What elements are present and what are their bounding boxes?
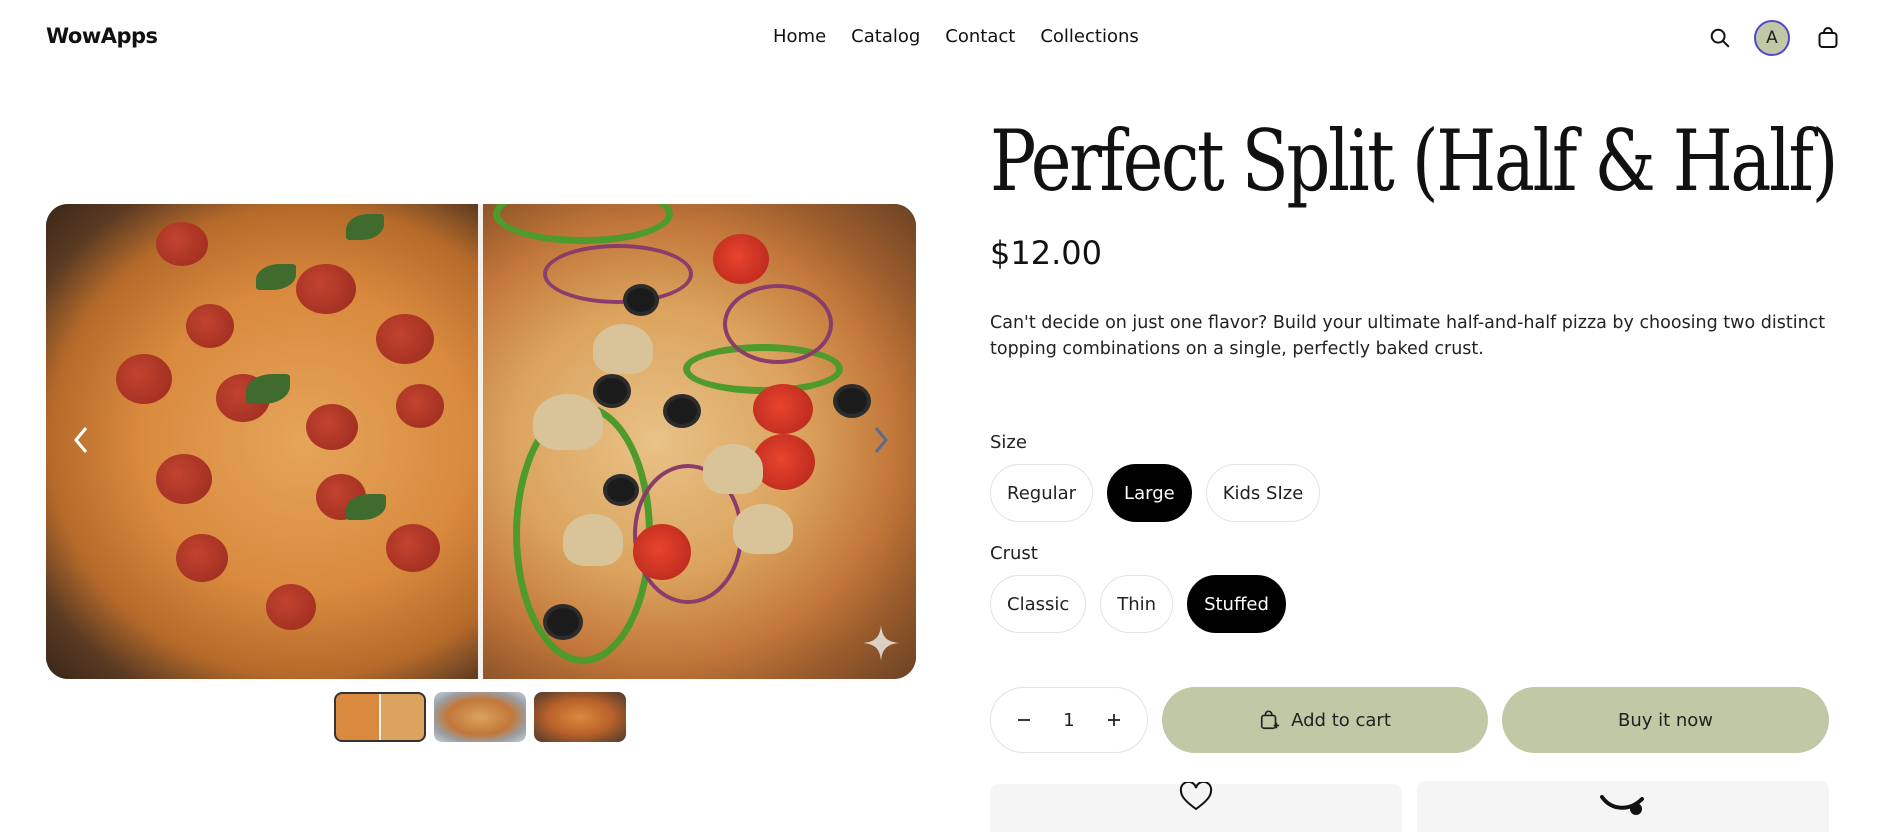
basil-topping [246,374,290,404]
mushroom-topping [593,324,653,374]
pizza-half-pepperoni [46,204,478,679]
basil-topping [256,264,296,290]
mushroom-topping [563,514,623,566]
add-to-cart-label: Add to cart [1291,709,1391,731]
olive-topping [623,284,659,316]
minus-icon [1018,719,1030,721]
pepperoni-topping [396,384,444,428]
pepperoni-topping [376,314,434,364]
size-label: Size [990,432,1027,453]
plus-icon [1107,714,1120,726]
mushroom-topping [703,444,763,494]
gallery-prev-button[interactable] [66,420,96,460]
pepperoni-topping [156,222,208,266]
chevron-left-icon [74,427,88,453]
green-pepper-topping [493,204,673,244]
nav-home[interactable]: Home [773,26,826,47]
pepperoni-topping [116,354,172,404]
crust-option-classic[interactable]: Classic [990,575,1087,633]
olive-topping [603,474,639,506]
pepperoni-topping [156,454,212,504]
wishlist-card[interactable] [990,782,1402,832]
mushroom-topping [733,504,793,554]
pepperoni-topping [296,264,356,314]
crust-label: Crust [990,543,1038,564]
mushroom-topping [533,394,603,450]
avatar-initial: A [1766,28,1778,48]
olive-topping [833,384,871,418]
quantity-stepper: 1 [990,687,1148,753]
main-nav: Home Catalog Contact Collections [773,26,1139,47]
product-title: Perfect Split (Half & Half) [990,112,1838,210]
add-to-cart-button[interactable]: Add to cart [1162,687,1488,753]
size-options: Regular Large Kids SIze [990,464,1321,522]
smile-icon [1600,795,1644,815]
gallery-thumbnails [334,692,626,742]
site-header: WowApps Home Catalog Contact Collections… [0,0,1896,76]
chevron-right-icon [874,427,888,453]
size-option-large[interactable]: Large [1107,464,1192,522]
thumbnail-2[interactable] [434,692,526,742]
onion-topping [723,284,833,364]
pepperoni-topping [176,534,228,582]
nav-contact[interactable]: Contact [945,26,1015,47]
size-option-kids[interactable]: Kids SIze [1205,464,1321,522]
basil-topping [346,494,386,520]
pepperoni-topping [386,524,440,572]
basil-topping [346,214,384,240]
brand-logo[interactable]: WowApps [46,24,158,48]
share-card[interactable] [1417,781,1829,832]
nav-catalog[interactable]: Catalog [851,26,920,47]
tomato-topping [633,524,691,580]
buy-now-label: Buy it now [1617,709,1714,731]
olive-topping [543,604,583,640]
product-description: Can't decide on just one flavor? Build y… [990,313,1826,359]
pepperoni-topping [186,304,234,348]
product-image[interactable] [46,204,916,679]
nav-collections[interactable]: Collections [1040,26,1138,47]
pepperoni-topping [306,404,358,450]
sparkle-icon [863,625,899,661]
olive-topping [663,394,701,428]
size-option-regular[interactable]: Regular [990,464,1094,522]
bag-icon [1818,27,1838,48]
search-button[interactable] [1704,22,1736,54]
thumbnail-3[interactable] [534,692,626,742]
buy-now-button[interactable]: Buy it now [1502,687,1829,753]
account-avatar[interactable]: A [1754,20,1790,56]
pepperoni-topping [266,584,316,630]
thumbnail-1[interactable] [334,692,426,742]
tomato-topping [753,434,815,490]
heart-icon [1179,782,1213,811]
pizza-half-veggie [483,204,916,679]
search-icon [1710,28,1730,48]
gallery-next-button[interactable] [866,420,896,460]
crust-option-stuffed[interactable]: Stuffed [1187,575,1286,633]
product-price: $12.00 [990,234,1102,272]
crust-options: Classic Thin Stuffed [990,575,1286,633]
olive-topping [593,374,631,408]
cart-add-icon [1261,710,1280,730]
tomato-topping [753,384,813,434]
tomato-topping [713,234,769,284]
quantity-increase-button[interactable] [1099,705,1129,735]
quantity-decrease-button[interactable] [1009,705,1039,735]
cart-button[interactable] [1810,20,1846,56]
quantity-value[interactable]: 1 [1063,710,1074,731]
crust-option-thin[interactable]: Thin [1100,575,1174,633]
onion-topping [543,244,693,304]
